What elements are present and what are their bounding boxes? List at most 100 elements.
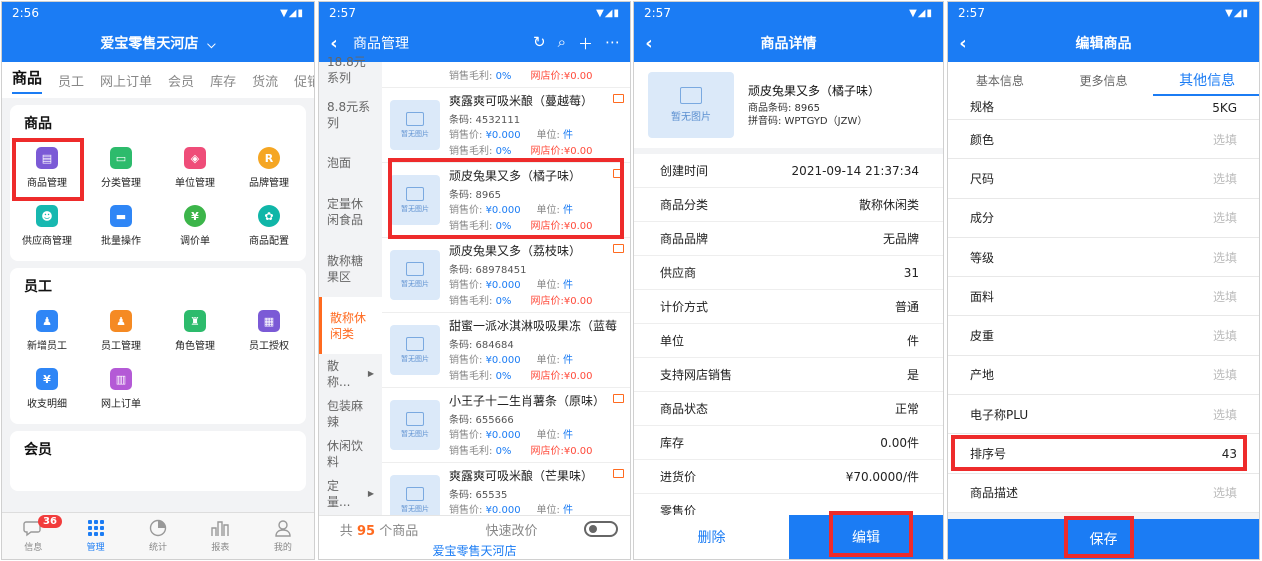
edit-button[interactable]: 编辑: [789, 515, 943, 559]
product-manage-button[interactable]: ▤ 商品管理: [10, 139, 84, 197]
search-icon[interactable]: ⌕: [558, 33, 566, 54]
placeholder-optional: 选填: [1212, 171, 1237, 186]
online-label: 网店价:: [530, 371, 564, 382]
add-icon[interactable]: ＋: [578, 33, 593, 54]
price-adjust-button[interactable]: ¥ 调价单: [158, 197, 232, 255]
field-scale-plu[interactable]: 电子称PLU 选填: [948, 395, 1259, 435]
quick-price-toggle[interactable]: [584, 521, 618, 537]
category-manage-button[interactable]: ▭ 分类管理: [84, 139, 158, 197]
tab-member[interactable]: 会员: [168, 71, 194, 90]
grid-icon: [87, 520, 104, 536]
nav-stats[interactable]: 统计: [127, 513, 189, 559]
field-origin[interactable]: 产地 选填: [948, 355, 1259, 396]
margin-label: 销售毛利:: [449, 71, 493, 82]
product-row[interactable]: 销售毛利: 0% 网店价:¥0.00: [382, 62, 630, 88]
placeholder-optional: 选填: [1212, 289, 1237, 304]
product-row[interactable]: 暂无图片 爽露爽可吸米酿（芒果味） 条码: 65535 销售价: ¥0.000 …: [382, 463, 630, 515]
staff-auth-button[interactable]: ▦ 员工授权: [232, 302, 306, 360]
category-item[interactable]: 18.8元系列: [319, 55, 382, 86]
nav-reports[interactable]: 报表: [189, 513, 251, 559]
back-arrow-icon[interactable]: ‹: [948, 33, 978, 54]
tab-product[interactable]: 商品: [12, 67, 43, 94]
product-row[interactable]: 暂无图片 甜蜜一派冰淇淋吸吸果冻（蓝莓 条码: 684684 销售价: ¥0.0…: [382, 313, 630, 388]
price-adjust-icon: ¥: [184, 205, 206, 227]
item-label: 批量操作: [101, 236, 141, 247]
tab-inventory[interactable]: 库存: [210, 71, 236, 90]
nav-mine[interactable]: 我的: [252, 513, 314, 559]
unit-value: 件: [563, 430, 574, 441]
shop-icon: [613, 244, 624, 253]
category-item[interactable]: 泡面: [319, 143, 382, 183]
unit-manage-button[interactable]: ◈ 单位管理: [158, 139, 232, 197]
field-description[interactable]: 商品描述 选填: [948, 473, 1259, 513]
add-staff-icon: ♟: [36, 310, 58, 332]
caret-right-icon: ▶: [367, 369, 374, 378]
category-item[interactable]: 8.8元系列: [319, 86, 382, 143]
add-staff-button[interactable]: ♟ 新增员工: [10, 302, 84, 360]
brand-manage-button[interactable]: R 品牌管理: [232, 139, 306, 197]
category-item[interactable]: 散称糖果区: [319, 240, 382, 297]
product-row[interactable]: 暂无图片 小王子十二生肖薯条（原味） 条码: 655666 销售价: ¥0.00…: [382, 388, 630, 463]
delete-button[interactable]: 删除: [634, 515, 789, 559]
price-line: 销售价: ¥0.000 单位: 件: [449, 351, 573, 366]
unit-value: 件: [563, 205, 574, 216]
unit-value: 件: [563, 130, 574, 141]
product-row[interactable]: 暂无图片 爽露爽可吸米酿（蔓越莓） 条码: 4532111 销售价: ¥0.00…: [382, 88, 630, 163]
margin-value: 0%: [495, 446, 512, 457]
nav-manage[interactable]: 管理: [64, 513, 126, 559]
category-item[interactable]: 包装麻辣: [319, 394, 382, 434]
role-manage-button[interactable]: ♜ 角色管理: [158, 302, 232, 360]
online-value: ¥0.00: [563, 146, 593, 157]
category-item[interactable]: 散称... ▶: [319, 354, 382, 394]
field-label: 颜色: [970, 132, 995, 147]
category-item-active[interactable]: 散称休闲类: [319, 297, 382, 354]
status-bar: 2:57 ▼◢▮: [319, 2, 630, 24]
field-tare[interactable]: 皮重 选填: [948, 316, 1259, 356]
price-label: 销售价:: [449, 205, 483, 216]
field-color[interactable]: 颜色 选填: [948, 120, 1259, 160]
detail-row: 库存 0.00件: [634, 426, 943, 460]
field-grade[interactable]: 等级 选填: [948, 237, 1259, 278]
store-title[interactable]: 爱宝零售天河店 ⌵: [2, 33, 314, 53]
refresh-icon[interactable]: ↻: [533, 33, 546, 54]
back-arrow-icon[interactable]: ‹: [634, 33, 664, 54]
tab-more-info[interactable]: 更多信息: [1052, 72, 1156, 89]
placeholder-optional: 选填: [1212, 211, 1237, 226]
product-row[interactable]: 暂无图片 顽皮兔果又多（荔枝味） 条码: 68978451 销售价: ¥0.00…: [382, 238, 630, 313]
nav-messages[interactable]: 36 信息: [2, 513, 64, 559]
tab-logistics[interactable]: 货流: [252, 71, 278, 90]
product-image-placeholder: 暂无图片: [390, 325, 440, 375]
product-row[interactable]: 暂无图片 顽皮兔果又多（橘子味） 条码: 8965 销售价: ¥0.000 单位…: [382, 163, 630, 238]
more-icon[interactable]: ⋯: [605, 33, 620, 54]
product-config-button[interactable]: ✿ 商品配置: [232, 197, 306, 255]
tab-online-orders[interactable]: 网上订单: [100, 71, 152, 90]
item-label: 收支明细: [27, 399, 67, 410]
tab-promotion[interactable]: 促销: [294, 71, 314, 90]
item-label: 单位管理: [175, 178, 215, 189]
status-time: 2:57: [329, 6, 356, 20]
online-order-button[interactable]: ▥ 网上订单: [84, 360, 158, 418]
field-fabric[interactable]: 面料 选填: [948, 277, 1259, 317]
placeholder-optional: 选填: [1212, 329, 1237, 344]
tab-basic-info[interactable]: 基本信息: [948, 72, 1052, 89]
tab-staff[interactable]: 员工: [58, 71, 84, 90]
category-item[interactable]: 定量休闲食品: [319, 183, 382, 240]
edit-fields: 规格 5KG 颜色 选填 尺码 选填 成分 选填 等级 选填 面料 选填 皮重 选填 产地 选填…: [948, 90, 1259, 513]
field-size[interactable]: 尺码 选填: [948, 159, 1259, 199]
store-header[interactable]: 爱宝零售天河店 ⌵: [2, 24, 314, 62]
back-arrow-icon[interactable]: ‹: [319, 33, 349, 54]
save-button[interactable]: 保存: [1090, 529, 1118, 549]
staff-manage-button[interactable]: ♟ 员工管理: [84, 302, 158, 360]
product-section-card: 商品 ▤ 商品管理 ▭ 分类管理 ◈ 单位管理 R 品牌管理 ☻ 供应商管理 ▬ 批量操作 …: [10, 105, 306, 261]
online-order-icon: ▥: [110, 368, 132, 390]
product-name: 爽露爽可吸米酿（蔓越莓）: [449, 94, 594, 108]
ledger-button[interactable]: ¥ 收支明细: [10, 360, 84, 418]
supplier-manage-button[interactable]: ☻ 供应商管理: [10, 197, 84, 255]
field-sort-number[interactable]: 排序号 43: [948, 434, 1259, 474]
category-item[interactable]: 定量... ▶: [319, 474, 382, 514]
category-item[interactable]: 休闲饮料: [319, 434, 382, 474]
tab-other-info[interactable]: 其他信息: [1155, 70, 1259, 90]
field-ingredients[interactable]: 成分 选填: [948, 198, 1259, 238]
batch-operation-button[interactable]: ▬ 批量操作: [84, 197, 158, 255]
product-pinyin: 拼音码: WPTGYD（JZW）: [748, 116, 868, 127]
